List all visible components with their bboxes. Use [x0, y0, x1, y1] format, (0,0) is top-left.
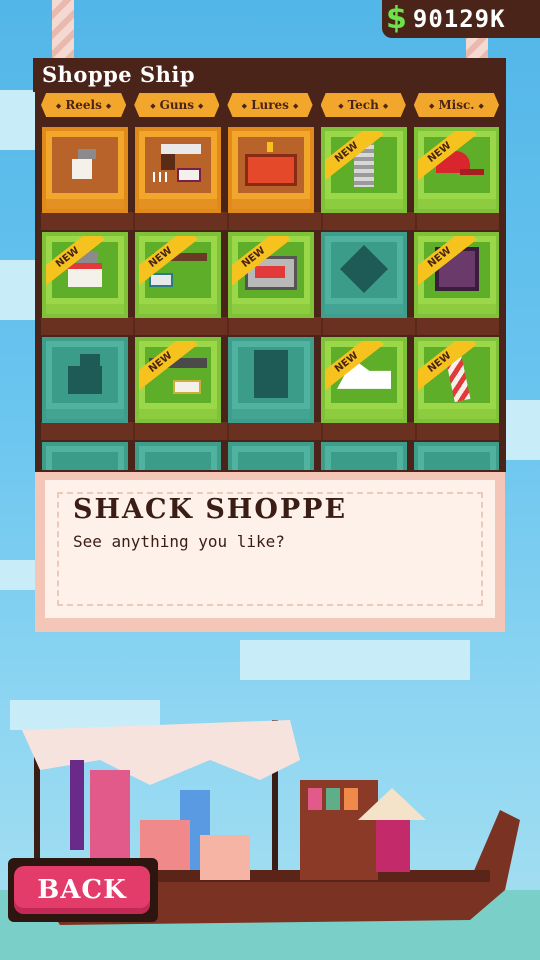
tab-tech[interactable]: Tech [320, 93, 406, 117]
dynamite-crate-icon [245, 141, 297, 186]
back-button[interactable]: BACK [14, 866, 150, 914]
revolver-icon [153, 143, 203, 184]
shop-item-fuel-locked[interactable] [228, 337, 314, 423]
tab-lures[interactable]: Lures [227, 93, 313, 117]
dialog-speaker: SHACK SHOPPE [73, 494, 348, 525]
shop-item-cap[interactable]: NEW [414, 127, 499, 213]
shop-item-paper-boat[interactable]: NEW [321, 337, 407, 423]
bottle [90, 770, 130, 870]
item-grid: NEW NEW NEW NEW NEW NEW NEW NEW NEW [41, 124, 499, 470]
shop-item-shotgun[interactable]: NEW [135, 232, 221, 318]
shop-item-locked[interactable] [414, 442, 499, 470]
shelf [41, 422, 499, 440]
shop-item-revolver[interactable] [135, 127, 221, 213]
bottle [70, 760, 84, 850]
tab-misc[interactable]: Misc. [413, 93, 500, 117]
book [308, 788, 322, 810]
shop-item-locked[interactable] [42, 442, 128, 470]
shop-item-locked[interactable] [228, 442, 314, 470]
fishing-reel-icon [68, 353, 102, 394]
shop-item-spider-locked[interactable] [321, 232, 407, 318]
hanging-rope [52, 0, 74, 60]
money-value: 90129K [412, 5, 506, 33]
spider-lure-icon [339, 244, 389, 293]
shop-item-gadget[interactable]: NEW [228, 232, 314, 318]
shop-item-spring[interactable]: NEW [321, 127, 407, 213]
shop-item-reel-2[interactable]: NEW [42, 232, 128, 318]
money-counter: $ 90129K [382, 0, 540, 38]
tab-reels[interactable]: Reels [41, 93, 127, 117]
shop-item-safe[interactable]: NEW [414, 232, 499, 318]
shop-item-locked[interactable] [135, 442, 221, 470]
shelf [41, 212, 499, 230]
shop-item-sock[interactable]: NEW [414, 337, 499, 423]
cloud [0, 260, 40, 320]
shop-item-machine-gun[interactable]: NEW [135, 337, 221, 423]
tab-guns[interactable]: Guns [134, 93, 220, 117]
cloud [0, 90, 40, 150]
shop-item-locked[interactable] [321, 442, 407, 470]
shop-item-reel[interactable] [42, 127, 128, 213]
dollar-icon: $ [386, 1, 407, 36]
shopkeeper [376, 820, 410, 872]
category-tabs: Reels Guns Lures Tech Misc. [41, 93, 500, 117]
shelf [41, 317, 499, 335]
shop-item-dynamite[interactable] [228, 127, 314, 213]
stall-awning [22, 720, 300, 785]
fishing-reel-icon [72, 148, 98, 179]
cloud [240, 640, 470, 680]
crate [200, 835, 250, 880]
shop-item-reel-locked[interactable] [42, 337, 128, 423]
book [344, 788, 358, 810]
dialog-box: SHACK SHOPPE See anything you like? [35, 472, 505, 632]
shop-title: Shoppe Ship [42, 62, 196, 87]
dialog-text: See anything you like? [73, 532, 285, 551]
cloud [505, 400, 540, 460]
book [326, 788, 340, 810]
fuel-can-icon [254, 349, 288, 398]
cloud [0, 560, 40, 590]
